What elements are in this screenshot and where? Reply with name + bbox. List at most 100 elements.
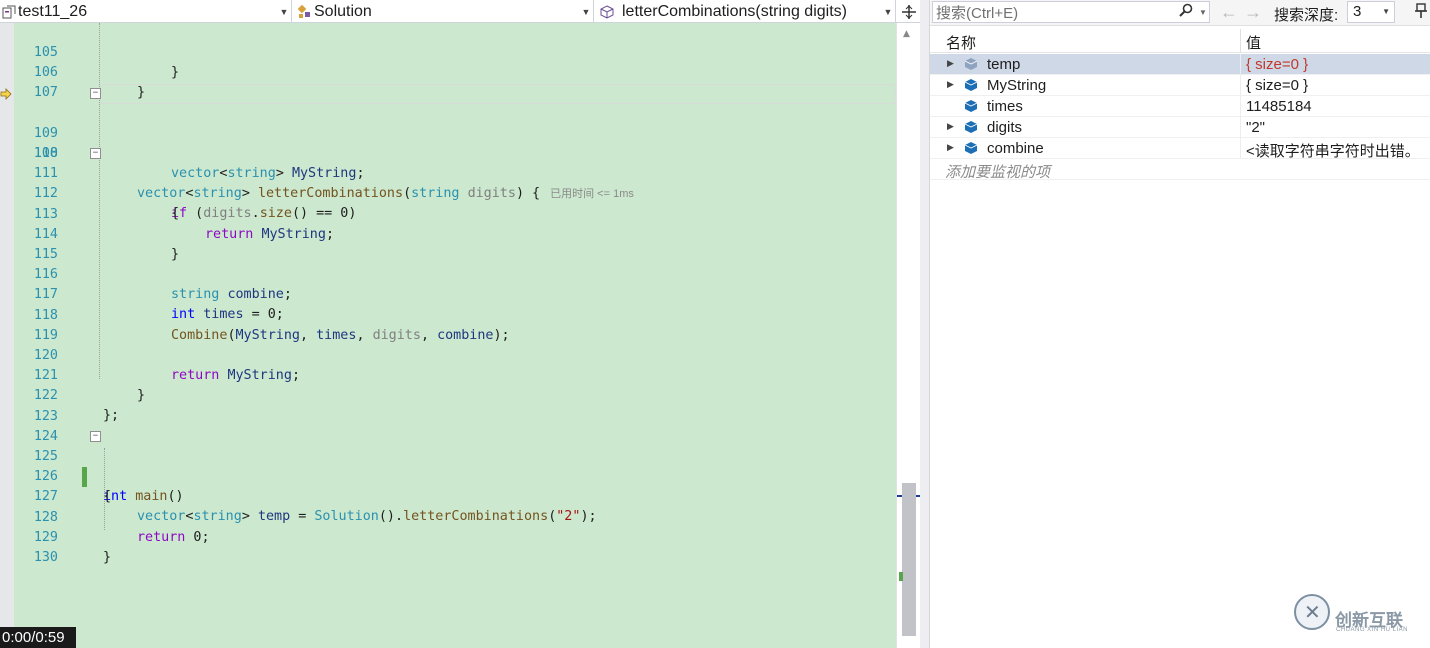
split-view-button[interactable] xyxy=(898,0,920,23)
chevron-down-icon: ▼ xyxy=(1382,7,1390,16)
code-line[interactable]: 120 return MyString; xyxy=(0,326,896,383)
scroll-thumb[interactable] xyxy=(902,483,916,636)
column-divider xyxy=(1240,54,1241,75)
pin-icon[interactable] xyxy=(1414,3,1428,23)
code-line[interactable]: 109 xyxy=(0,104,896,141)
watch-row[interactable]: ▶ temp { size=0 } xyxy=(930,54,1430,75)
expand-arrow-icon[interactable]: ▶ xyxy=(947,121,954,132)
code-line[interactable]: 127 vector<string> temp = Solution().let… xyxy=(0,467,896,524)
collapse-icon[interactable]: − xyxy=(90,87,101,99)
watch-row[interactable]: ▶ combine <读取字符串字符时出错。 xyxy=(930,138,1430,161)
expand-arrow-icon[interactable]: ▶ xyxy=(947,142,954,153)
column-divider[interactable] xyxy=(1240,29,1241,53)
watch-value[interactable]: "2" xyxy=(1246,119,1265,136)
code-editor[interactable]: 105 } 106 } 107 108 − vector<string> let… xyxy=(0,23,896,648)
code-line[interactable]: 125 − int main() xyxy=(0,427,896,504)
search-depth-select[interactable]: 3 ▼ xyxy=(1347,1,1395,23)
project-name: test11_26 xyxy=(18,2,88,20)
class-name: Solution xyxy=(314,2,372,20)
code-line[interactable]: 129 } xyxy=(0,508,896,565)
watch-name: temp xyxy=(987,56,1021,73)
search-icon[interactable] xyxy=(1175,3,1197,21)
scroll-up-icon[interactable]: ▲ xyxy=(903,29,910,39)
watch-row[interactable]: ▶ digits "2" xyxy=(930,117,1430,138)
code-line[interactable]: 116 string combine; xyxy=(0,245,896,302)
collapse-icon[interactable]: − xyxy=(90,148,101,160)
code-line[interactable]: 110 vector<string> MyString; xyxy=(0,124,896,181)
watch-toolbar: 搜索(Ctrl+E) ▼ ← → 搜索深度: 3 ▼ xyxy=(930,0,1430,26)
project-dropdown[interactable]: test11_26 ▼ xyxy=(0,0,292,23)
video-timestamp: 0:00/0:59 xyxy=(0,627,76,648)
code-line[interactable]: 117 int times = 0; xyxy=(0,265,896,322)
class-dropdown[interactable]: Solution ▼ xyxy=(296,0,594,23)
chevron-down-icon: ▼ xyxy=(279,6,289,17)
code-line[interactable]: 107 xyxy=(0,63,896,100)
editor-scrollbar[interactable]: ▲ xyxy=(896,23,921,648)
variable-icon xyxy=(965,121,977,133)
code-text: } xyxy=(103,549,112,565)
line-number: 130 xyxy=(33,550,58,565)
code-line[interactable]: 122 }; xyxy=(0,366,896,423)
code-line[interactable]: 112 { xyxy=(0,164,896,221)
code-line[interactable]: 128 return 0; xyxy=(0,488,896,545)
watch-panel: 搜索(Ctrl+E) ▼ ← → 搜索深度: 3 ▼ 名称 值 ▶ temp {… xyxy=(930,0,1430,648)
watch-name: combine xyxy=(987,140,1044,157)
change-marker xyxy=(899,572,903,581)
variable-icon xyxy=(965,100,977,112)
column-value-header[interactable]: 值 xyxy=(1246,32,1261,53)
code-line[interactable]: 118 Combine(MyString, times, digits, com… xyxy=(0,286,896,343)
watch-value[interactable]: { size=0 } xyxy=(1246,56,1308,73)
code-line[interactable]: 124 xyxy=(0,407,896,444)
search-back-arrow-icon[interactable]: ← xyxy=(1220,2,1238,23)
watch-name: times xyxy=(987,98,1023,115)
column-name-header[interactable]: 名称 xyxy=(946,32,976,53)
column-divider xyxy=(1240,138,1241,159)
expand-arrow-icon[interactable]: ▶ xyxy=(947,79,954,90)
column-divider xyxy=(1240,96,1241,117)
add-watch-placeholder: 添加要监视的项 xyxy=(945,164,1051,181)
navigation-bar: test11_26 ▼ Solution ▼ letterCombination… xyxy=(0,0,920,23)
class-icon xyxy=(296,3,314,21)
watch-row[interactable]: ▶ MyString { size=0 } xyxy=(930,75,1430,96)
code-line[interactable]: 130 xyxy=(0,528,896,565)
search-depth-label: 搜索深度: xyxy=(1274,7,1339,24)
member-name: letterCombinations(string digits) xyxy=(622,2,847,20)
code-line[interactable]: 126 { xyxy=(0,447,896,504)
chevron-down-icon: ▼ xyxy=(883,6,893,17)
watch-row[interactable]: times 11485184 xyxy=(930,96,1430,117)
code-line[interactable]: 123 xyxy=(0,387,896,424)
current-statement-line[interactable]: 108 − vector<string> letterCombinations(… xyxy=(0,83,896,201)
watch-value[interactable]: <读取字符串字符时出错。 xyxy=(1246,140,1420,161)
code-line[interactable]: 111 − if (digits.size() == 0) xyxy=(0,144,896,221)
column-divider xyxy=(1240,117,1241,138)
expand-arrow-icon[interactable]: ▶ xyxy=(947,58,954,69)
code-line[interactable]: 106 } xyxy=(0,43,896,100)
watch-value[interactable]: 11485184 xyxy=(1246,98,1312,115)
watch-value[interactable]: { size=0 } xyxy=(1246,77,1308,94)
add-watch-row[interactable]: 添加要监视的项 xyxy=(930,159,1430,181)
collapse-icon[interactable]: − xyxy=(90,431,101,442)
variable-icon xyxy=(965,79,977,91)
watermark-subtext: CHUANG XIN HU LIAN xyxy=(1336,627,1409,633)
search-depth-value: 3 xyxy=(1353,3,1362,20)
watermark-logo: ✕ 创新互联 CHUANG XIN HU LIAN xyxy=(1280,580,1430,648)
code-line[interactable]: 121 } xyxy=(0,346,896,403)
variable-icon xyxy=(965,58,977,70)
code-line[interactable]: 119 xyxy=(0,306,896,343)
next-statement-arrow-icon xyxy=(0,87,12,100)
code-line[interactable]: 114 } xyxy=(0,205,896,262)
code-line[interactable]: 113 return MyString; xyxy=(0,185,896,242)
code-line[interactable]: 105 } xyxy=(0,23,896,80)
project-icon xyxy=(0,3,18,21)
method-icon xyxy=(598,3,616,21)
member-dropdown[interactable]: letterCombinations(string digits) ▼ xyxy=(598,0,896,23)
watermark-icon: ✕ xyxy=(1294,594,1330,630)
search-forward-arrow-icon[interactable]: → xyxy=(1244,2,1262,23)
panel-splitter[interactable] xyxy=(920,0,930,648)
code-line[interactable]: 115 xyxy=(0,225,896,262)
chevron-down-icon[interactable]: ▼ xyxy=(1197,8,1209,17)
column-divider xyxy=(1240,75,1241,96)
chevron-down-icon: ▼ xyxy=(581,6,591,17)
watch-search-input[interactable]: 搜索(Ctrl+E) ▼ xyxy=(932,1,1210,23)
watch-column-header: 名称 值 xyxy=(930,29,1430,53)
